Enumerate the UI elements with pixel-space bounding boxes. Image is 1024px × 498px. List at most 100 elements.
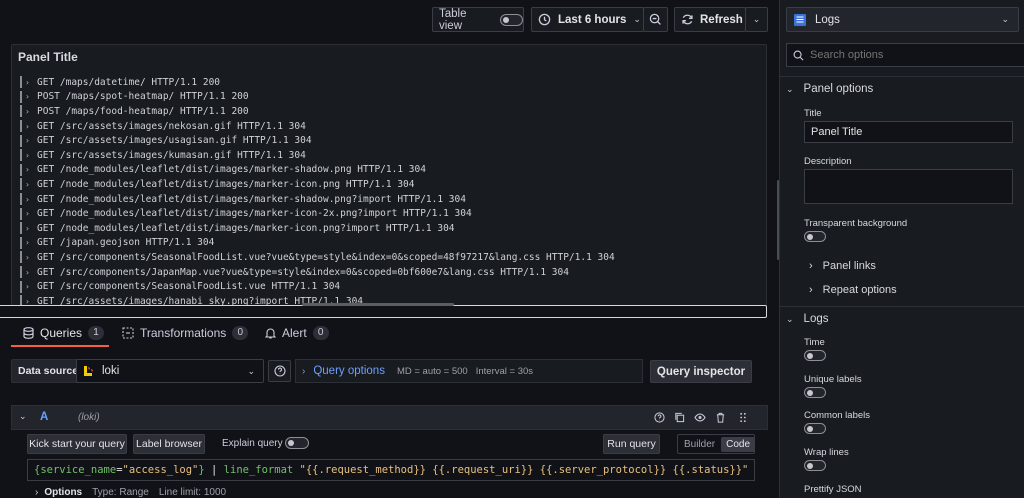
explain-query-switch[interactable] [285,437,309,449]
query-options-label[interactable]: Query options [313,365,385,377]
log-level-bar [20,163,22,176]
help-icon[interactable] [654,412,665,423]
log-line-text: GET /src/assets/images/usagisan.gif HTTP… [37,135,312,147]
drag-handle-icon[interactable] [739,412,747,423]
tab-queries-count: 1 [88,326,105,340]
expr-pipe: | [204,464,224,476]
panel-links-row[interactable]: › Panel links [809,260,876,272]
log-level-bar [20,251,22,264]
interval-info: Interval = 30s [475,365,534,377]
chevron-right-icon[interactable]: › [25,209,33,218]
duplicate-icon[interactable] [674,412,685,423]
options-search[interactable] [786,43,1024,67]
query-ref-id[interactable]: A [40,411,48,423]
chevron-right-icon[interactable]: › [25,151,33,160]
query-row-header[interactable]: ⌄ A (loki) [11,405,768,430]
log-level-bar [20,134,22,147]
common-labels-switch[interactable] [804,423,826,434]
tab-alert-label: Alert [282,326,307,340]
log-row[interactable]: › GET /node_modules/leaflet/dist/images/m… [20,206,760,221]
chevron-right-icon[interactable]: › [25,180,33,189]
log-line-text: POST /maps/spot-heatmap/ HTTP/1.1 200 [37,91,249,103]
run-query-button[interactable]: Run query [603,434,660,454]
chevron-right-icon[interactable]: › [25,92,33,101]
datasource-help-button[interactable] [268,360,291,382]
title-input[interactable] [804,121,1013,143]
expr-function: line_format [223,464,294,476]
log-row[interactable]: › GET /src/components/JapanMap.vue?vue&ty… [20,265,760,280]
chevron-right-icon[interactable]: › [25,224,33,233]
refresh-interval-button[interactable]: ⌄ [745,7,768,32]
log-row[interactable]: › GET /node_modules/leaflet/dist/images/m… [20,177,760,192]
log-row[interactable]: › GET /src/assets/images/usagisan.gif HTT… [20,133,760,148]
table-view-switch[interactable] [499,13,523,26]
kick-start-button[interactable]: Kick start your query [27,434,127,454]
query-inspector-button[interactable]: Query inspector [650,360,752,383]
refresh-button[interactable]: Refresh [674,7,746,32]
chevron-right-icon[interactable]: › [25,122,33,131]
wrap-lines-switch[interactable] [804,460,826,471]
description-input[interactable] [804,169,1013,204]
chevron-right-icon[interactable]: › [25,165,33,174]
chevron-right-icon[interactable]: › [25,253,33,262]
query-code-editor[interactable]: {service_name = "access_log"} | line_forma… [27,459,755,481]
log-level-bar [20,236,22,249]
logs-section-header[interactable]: ⌄ Logs [786,313,828,325]
eye-icon[interactable] [694,412,706,423]
visualization-picker[interactable]: Logs ⌄ [786,7,1019,32]
log-level-bar [20,280,22,293]
datasource-picker[interactable]: loki ⌄ [76,359,264,383]
query-options-bar[interactable]: › Query options MD = auto = 500 Interval… [295,359,643,383]
log-row[interactable]: › GET /node_modules/leaflet/dist/images/m… [20,221,760,236]
unique-labels-switch[interactable] [804,387,826,398]
chevron-right-icon[interactable]: › [25,78,33,87]
repeat-options-row[interactable]: › Repeat options [809,284,897,296]
log-row[interactable]: › POST /maps/spot-heatmap/ HTTP/1.1 200 [20,90,760,105]
chevron-right-icon: › [809,284,813,296]
log-line-text: GET /src/components/SeasonalFoodList.vue… [37,281,341,293]
transparent-bg-switch[interactable] [804,231,826,242]
log-row[interactable]: › GET /maps/datetime/ HTTP/1.1 200 [20,75,760,90]
chevron-right-icon[interactable]: › [25,238,33,247]
chevron-right-icon[interactable]: › [25,136,33,145]
log-line-text: GET /maps/datetime/ HTTP/1.1 200 [37,76,221,88]
time-range-picker[interactable]: Last 6 hours ⌄ [531,7,644,32]
label-browser-button[interactable]: Label browser [133,434,205,454]
code-mode-button[interactable]: Code [721,436,756,452]
log-row[interactable]: › POST /maps/food-heatmap/ HTTP/1.1 200 [20,104,760,119]
time-switch[interactable] [804,350,826,361]
log-row[interactable]: › GET /src/components/SeasonalFoodList.vu… [20,279,760,294]
expr-value: "access_log" [122,464,199,476]
tab-alert[interactable]: Alert 0 [265,326,329,340]
zoom-out-button[interactable] [643,7,668,32]
clock-icon [538,13,551,26]
log-level-bar [20,222,22,235]
trash-icon[interactable] [715,412,726,423]
horizontal-scrollbar[interactable] [302,303,454,306]
chevron-right-icon[interactable]: › [25,107,33,116]
description-label: Description [804,156,852,167]
chevron-right-icon[interactable]: › [25,195,33,204]
panel-splitter[interactable] [0,305,767,318]
chevron-right-icon[interactable]: › [25,282,33,291]
search-icon [793,50,804,61]
query-options-row[interactable]: › Options Type: Range Line limit: 1000 [35,487,226,498]
options-pane: Logs ⌄ ⌄ Panel options Title Description… [779,0,1024,498]
log-row[interactable]: › GET /japan.geojson HTTP/1.1 304 [20,236,760,251]
log-row[interactable]: › GET /node_modules/leaflet/dist/images/m… [20,192,760,207]
tab-transformations[interactable]: Transformations 0 [122,326,249,340]
log-row[interactable]: › GET /src/components/SeasonalFoodList.vu… [20,250,760,265]
log-line-text: GET /node_modules/leaflet/dist/images/ma… [37,208,472,220]
chevron-right-icon[interactable]: › [25,268,33,277]
builder-mode-button[interactable]: Builder [678,439,721,450]
log-row[interactable]: › GET /node_modules/leaflet/dist/images/m… [20,163,760,178]
panel-options-section-header[interactable]: ⌄ Panel options [786,83,873,95]
options-search-input[interactable] [810,49,1010,61]
log-row[interactable]: › GET /src/assets/images/nekosan.gif HTTP… [20,119,760,134]
tab-queries[interactable]: Queries 1 [23,326,105,340]
table-view-toggle[interactable]: Table view [432,7,524,32]
transparent-bg-label: Transparent background [804,218,908,229]
panel-preview: Panel Title › GET /maps/datetime/ HTTP/1.… [11,44,767,307]
log-row[interactable]: › GET /src/assets/images/kumasan.gif HTTP… [20,148,760,163]
log-level-bar [20,193,22,206]
